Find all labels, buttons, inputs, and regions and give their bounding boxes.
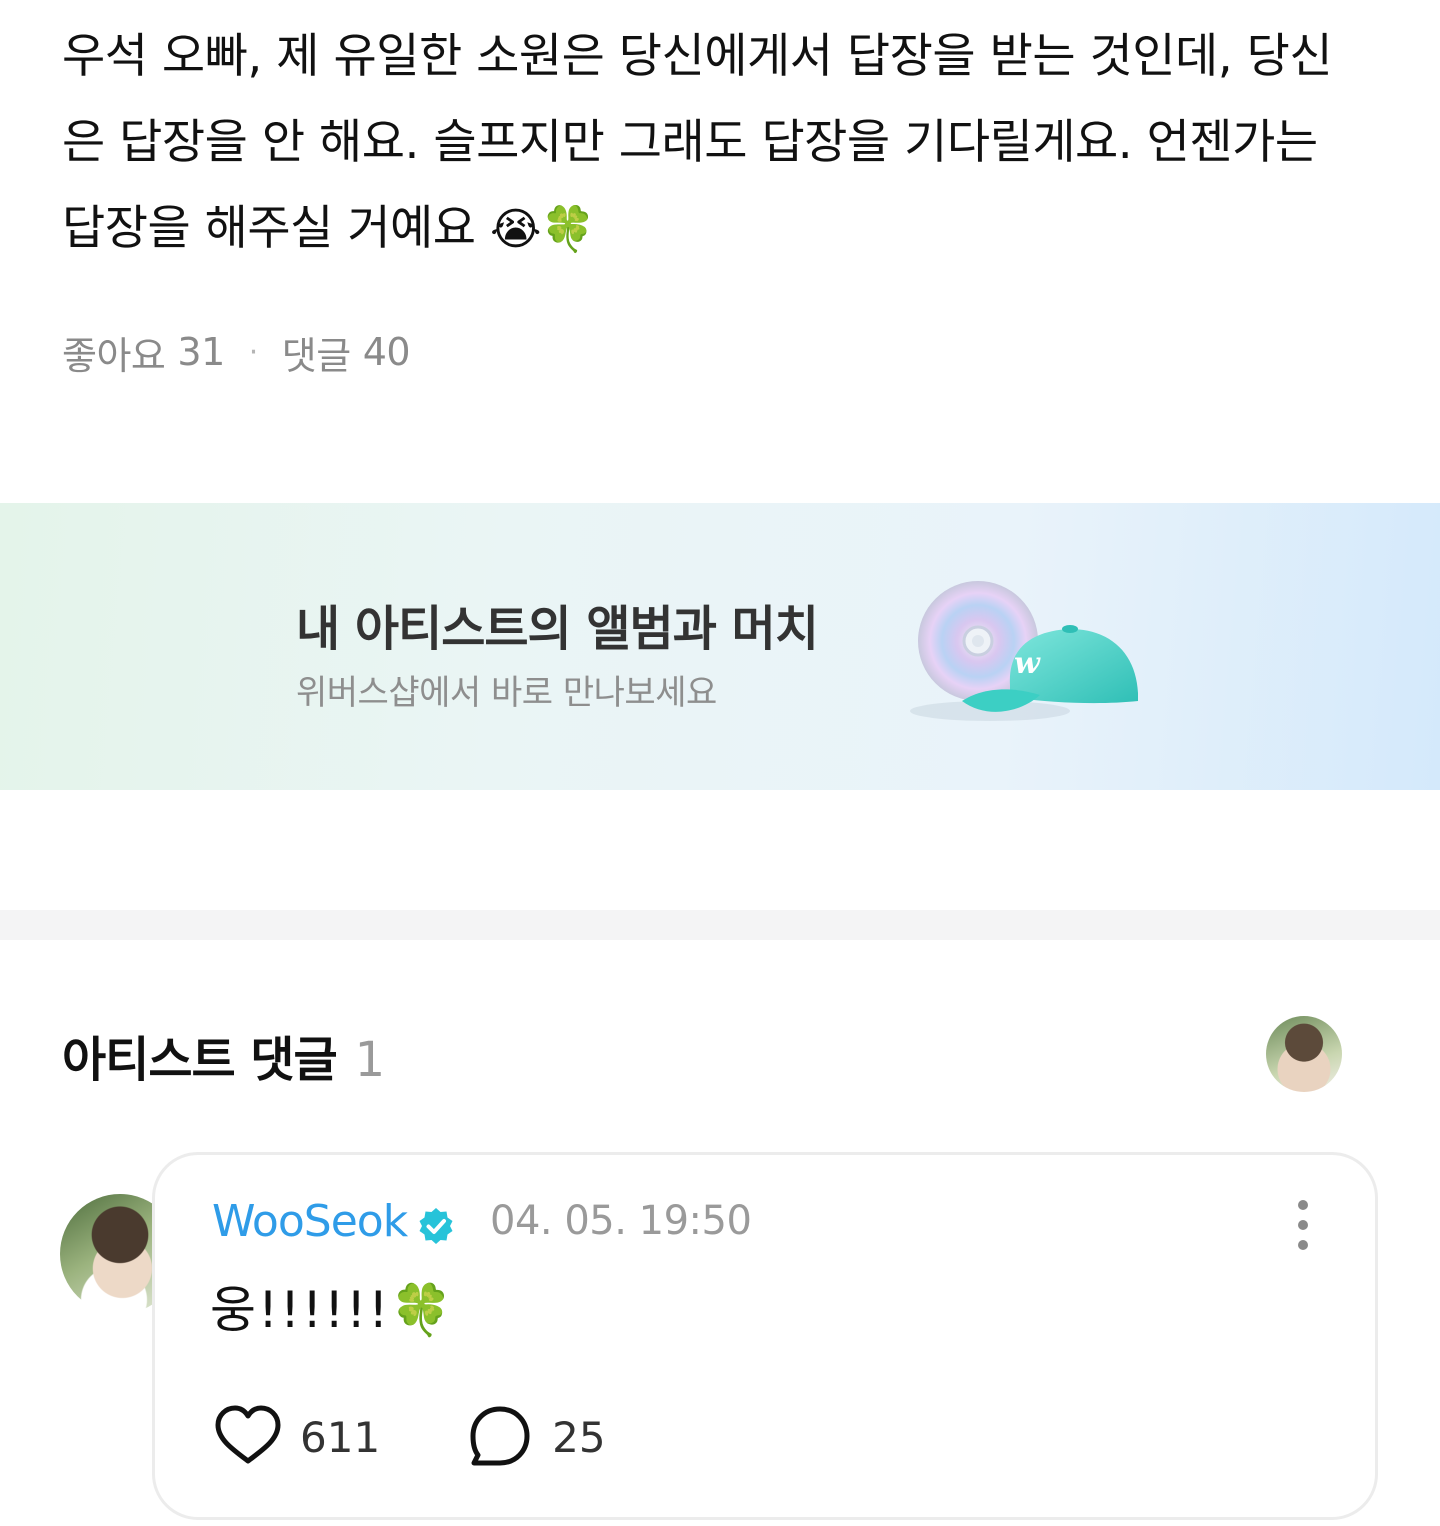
verified-badge-icon [419, 1208, 453, 1244]
comments-label[interactable]: 댓글 [282, 325, 351, 380]
shop-banner[interactable]: 내 아티스트의 앨범과 머치 위버스샵에서 바로 만나보세요 w [0, 503, 1440, 790]
cap-logo: w [1014, 646, 1041, 681]
heart-icon [215, 1405, 281, 1464]
post-body: 우석 오빠, 제 유일한 소원은 당신에게서 답장을 받는 것인데, 당신은 답… [62, 14, 1362, 273]
post-stats: 좋아요 31 · 댓글 40 [62, 325, 411, 380]
likes-label[interactable]: 좋아요 [62, 325, 166, 380]
comment-actions: 611 25 [212, 1402, 606, 1472]
reply-button[interactable]: 25 [464, 1401, 606, 1473]
artist-mini-avatar[interactable] [1266, 1016, 1342, 1092]
album-and-cap-illustration: w [910, 581, 1138, 721]
clover-emoji: 🍀 [390, 1281, 455, 1339]
artist-comments-title: 아티스트 댓글 [62, 1032, 338, 1088]
likes-count[interactable]: 31 [177, 330, 225, 374]
more-options-icon[interactable] [1290, 1200, 1316, 1250]
stats-separator: · [248, 334, 259, 370]
banner-subtitle: 위버스샵에서 바로 만나보세요 [296, 673, 717, 713]
comment-author-name[interactable]: WooSeok [212, 1196, 408, 1247]
comment-body: 웅!!!!!!🍀 [210, 1270, 455, 1342]
speech-bubble-icon [470, 1406, 530, 1466]
comment-timestamp: 04. 05. 19:50 [490, 1198, 752, 1244]
artist-comments-count: 1 [354, 1032, 386, 1088]
banner-title: 내 아티스트의 앨범과 머치 [296, 601, 819, 657]
reply-count: 25 [552, 1412, 606, 1462]
crying-emoji: 😭 [489, 204, 541, 255]
post-text: 우석 오빠, 제 유일한 소원은 당신에게서 답장을 받는 것인데, 당신은 답… [62, 29, 1333, 256]
like-button[interactable]: 611 [212, 1401, 380, 1473]
like-count: 611 [300, 1412, 381, 1462]
section-divider [0, 910, 1440, 940]
clover-emoji: 🍀 [540, 204, 596, 255]
comments-count[interactable]: 40 [363, 330, 411, 374]
artist-comments-heading: 아티스트 댓글 1 [62, 1020, 386, 1090]
comment-text: 웅!!!!!! [210, 1281, 391, 1339]
